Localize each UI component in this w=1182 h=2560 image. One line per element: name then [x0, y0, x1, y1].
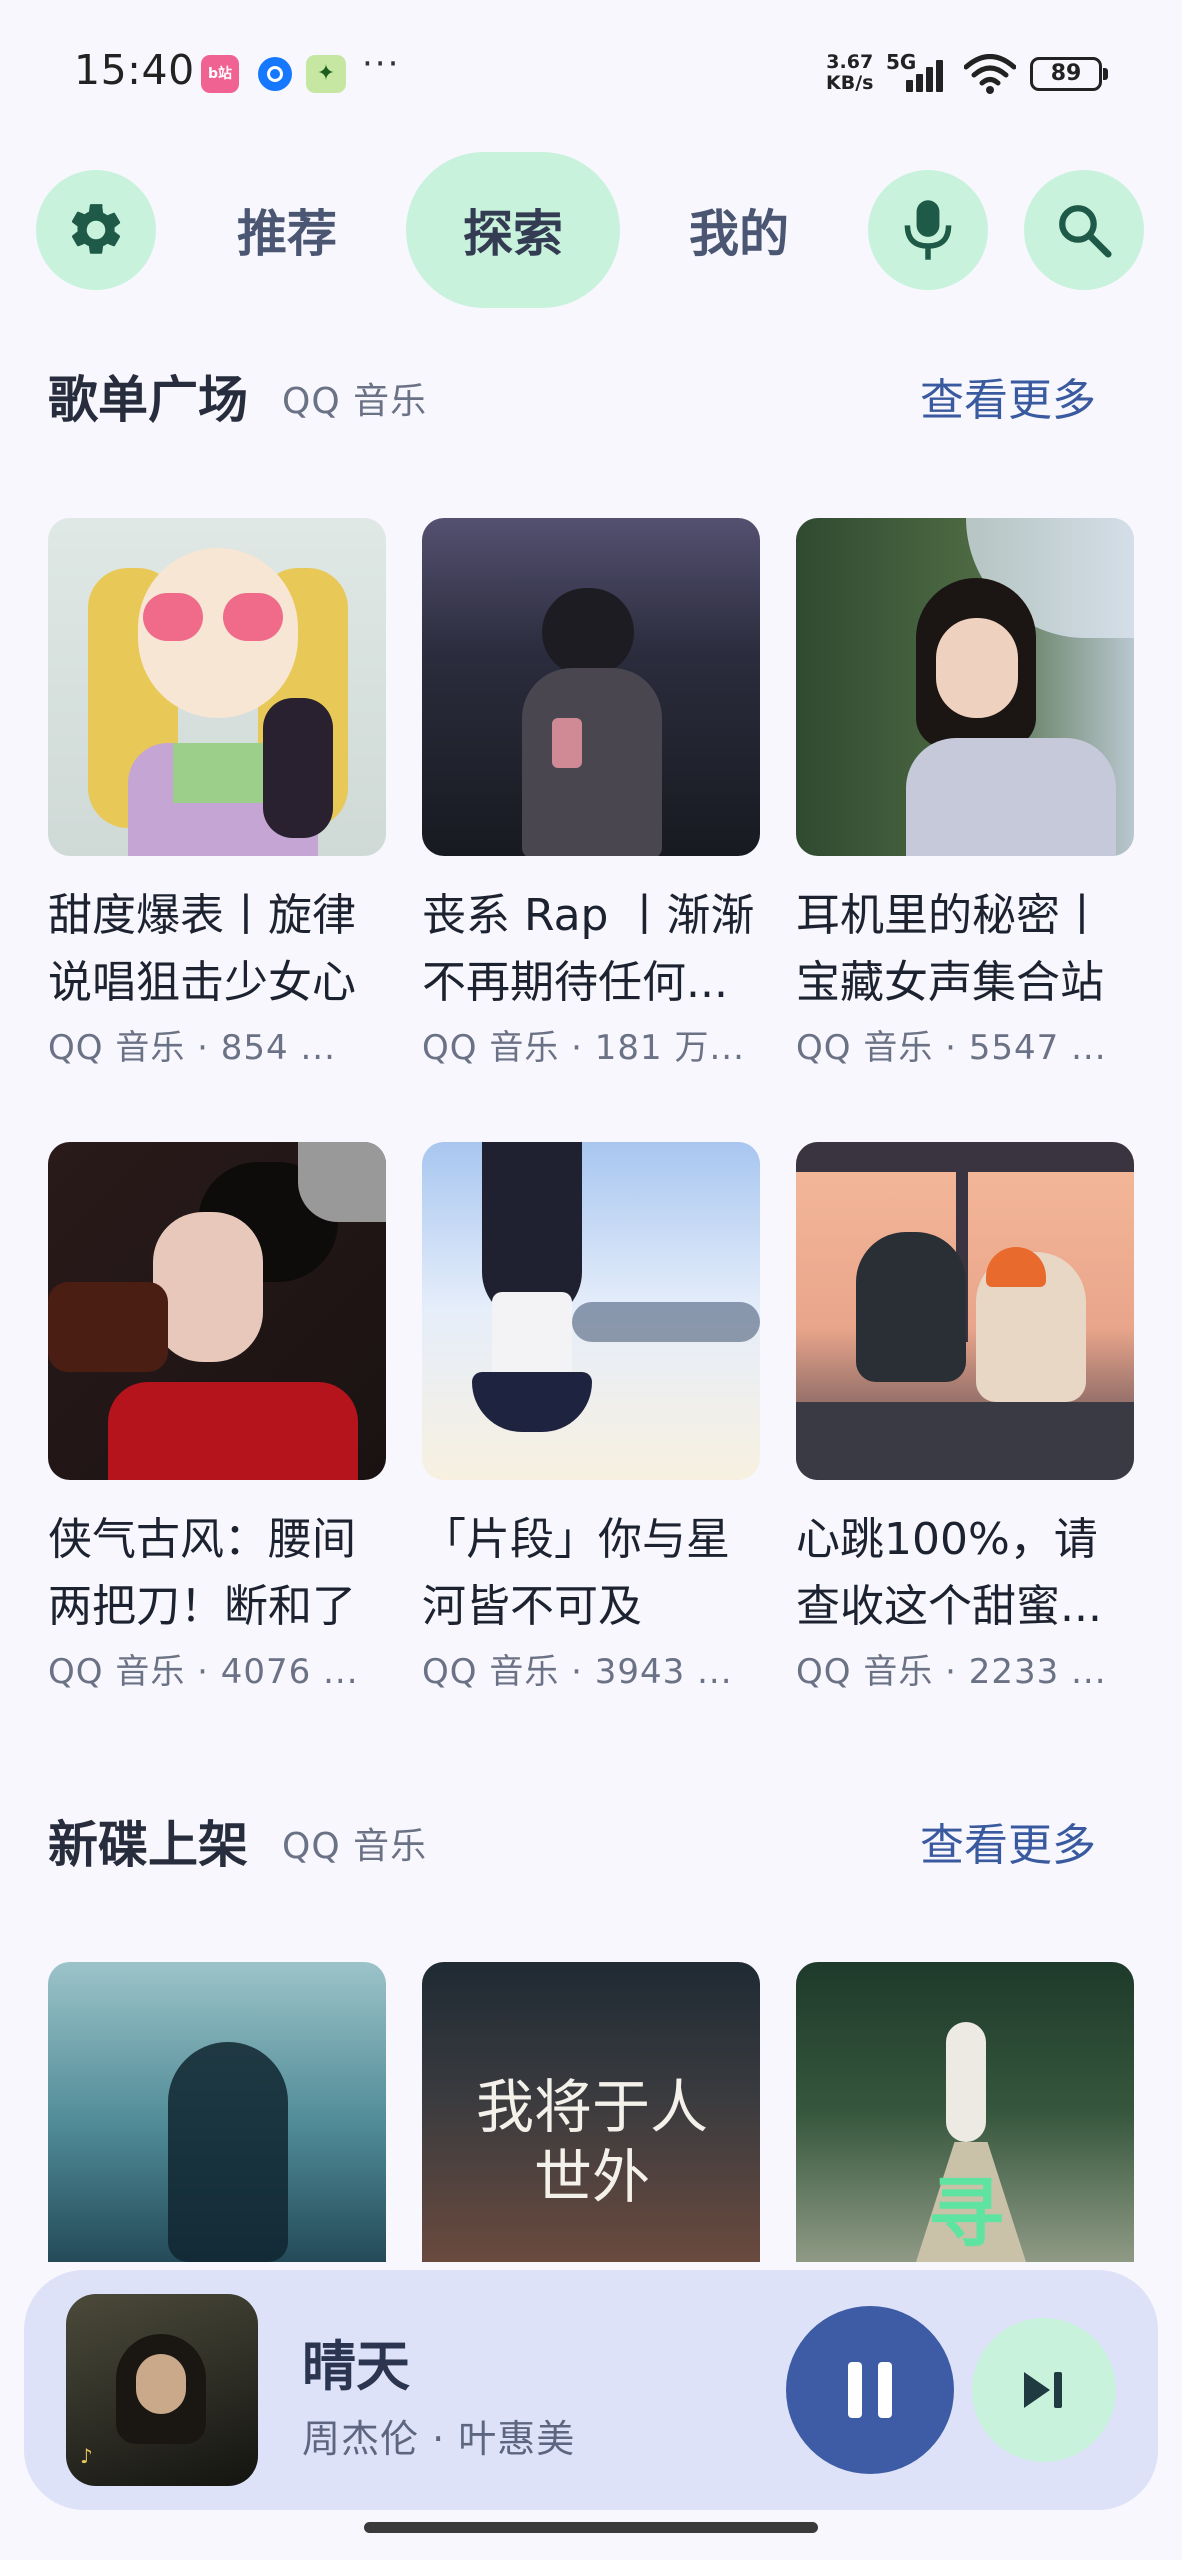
playlist-title: 侠气古风：腰间两把刀！断和了 [48, 1514, 356, 1632]
now-playing-artist: 周杰伦 · 叶惠美 [302, 2417, 576, 2461]
playlist-card[interactable]: 心跳100%，请查收这个甜蜜... QQ 音乐 · 2233 ... [796, 1142, 1134, 1693]
search-icon [1059, 205, 1112, 258]
playlist-cover [422, 1142, 760, 1480]
album-section-source: QQ 音乐 [282, 1826, 428, 1867]
network-speed-value: 3.67 [826, 51, 874, 73]
now-playing-title: 晴天 [302, 2335, 410, 2398]
signal-icon [906, 58, 952, 92]
album-card[interactable]: 寻 [796, 1962, 1134, 2262]
tab-mine[interactable]: 我的 [664, 170, 814, 290]
playlist-subtitle: QQ 音乐 · 181 万... [422, 1028, 745, 1068]
now-playing-cover: ♪ [66, 2294, 258, 2486]
tab-recommend[interactable]: 推荐 [212, 170, 362, 290]
album-cover-text: 我将于人世外 [475, 2073, 708, 2211]
settings-button[interactable] [36, 170, 156, 290]
pause-icon [848, 2362, 892, 2418]
mic-icon [904, 200, 952, 260]
playlist-title: 甜度爆表丨旋律说唱狙击少女心 [48, 890, 356, 1008]
playlist-card[interactable]: 丧系 Rap 丨渐渐不再期待任何... QQ 音乐 · 181 万... [422, 518, 760, 1069]
bilibili-icon: b站 [201, 55, 239, 93]
playlist-subtitle: QQ 音乐 · 5547 ... [796, 1028, 1107, 1068]
status-bar: 15:40 b站 ✦ ··· 3.67 KB/s 5G 89 [0, 0, 1182, 150]
playlist-title: 「片段」你与星河皆不可及 [422, 1514, 730, 1632]
album-cover: 寻 [796, 1962, 1134, 2262]
playlist-cover [48, 1142, 386, 1480]
album-card[interactable]: 我将于人世外 [422, 1962, 760, 2262]
playlist-subtitle: QQ 音乐 · 854 ... [48, 1028, 336, 1068]
playlist-cover [796, 1142, 1134, 1480]
more-notifications-icon: ··· [362, 44, 401, 84]
album-cover: 我将于人世外 [422, 1962, 760, 2262]
network-speed: 3.67 KB/s [826, 52, 873, 94]
network-speed-unit: KB/s [826, 72, 874, 94]
album-section-title: 新碟上架 [48, 1816, 248, 1874]
tab-explore[interactable]: 探索 [406, 152, 620, 308]
playlist-card[interactable]: 「片段」你与星河皆不可及 QQ 音乐 · 3943 ... [422, 1142, 760, 1693]
playlist-subtitle: QQ 音乐 · 3943 ... [422, 1652, 733, 1692]
album-card[interactable] [48, 1962, 386, 2262]
playlist-title: 耳机里的秘密丨宝藏女声集合站 [796, 890, 1104, 1008]
playlist-section-source: QQ 音乐 [282, 381, 428, 422]
voice-search-button[interactable] [868, 170, 988, 290]
playlist-card[interactable]: 耳机里的秘密丨宝藏女声集合站 QQ 音乐 · 5547 ... [796, 518, 1134, 1069]
search-button[interactable] [1024, 170, 1144, 290]
top-nav: 推荐 探索 我的 [0, 150, 1182, 310]
green-app-icon: ✦ [306, 55, 346, 93]
mini-player[interactable]: ♪ 晴天 周杰伦 · 叶惠美 [24, 2270, 1158, 2510]
pause-button[interactable] [786, 2306, 954, 2474]
playlist-title: 丧系 Rap 丨渐渐不再期待任何... [422, 890, 755, 1008]
album-cover [48, 1962, 386, 2262]
playlist-cover [422, 518, 760, 856]
playlist-title: 心跳100%，请查收这个甜蜜... [796, 1514, 1102, 1632]
playlist-card[interactable]: 侠气古风：腰间两把刀！断和了 QQ 音乐 · 4076 ... [48, 1142, 386, 1693]
album-cover-text: 寻 [928, 2169, 1004, 2258]
status-time: 15:40 [74, 46, 195, 94]
home-indicator[interactable] [364, 2522, 818, 2533]
playlist-see-more-link[interactable]: 查看更多 [920, 364, 1096, 428]
playlist-subtitle: QQ 音乐 · 4076 ... [48, 1652, 359, 1692]
playlist-subtitle: QQ 音乐 · 2233 ... [796, 1652, 1107, 1692]
next-track-button[interactable] [972, 2318, 1116, 2462]
album-see-more-link[interactable]: 查看更多 [920, 1809, 1096, 1873]
gear-icon [71, 204, 121, 254]
playlist-section-title: 歌单广场 [48, 371, 248, 429]
playlist-cover [796, 518, 1134, 856]
playlist-cover [48, 518, 386, 856]
skip-next-icon [1024, 2372, 1062, 2408]
playlist-card[interactable]: 甜度爆表丨旋律说唱狙击少女心 QQ 音乐 · 854 ... [48, 518, 386, 1069]
battery-icon: 89 [1030, 57, 1108, 91]
blue-app-icon [258, 57, 292, 91]
wifi-icon [964, 54, 1016, 94]
